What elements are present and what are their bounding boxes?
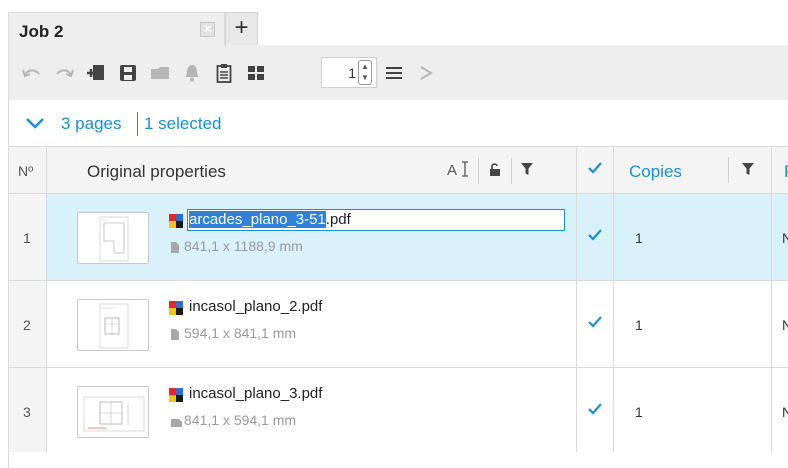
divider — [511, 158, 512, 184]
plus-icon[interactable]: + — [225, 12, 258, 45]
header-tools: A — [447, 157, 533, 185]
partial-cell: N — [782, 404, 788, 420]
pages-count[interactable]: 3 pages — [61, 114, 122, 134]
filter-icon[interactable] — [521, 162, 533, 181]
check-icon — [588, 161, 602, 179]
row-check-cell[interactable] — [576, 194, 614, 280]
table-footer — [8, 452, 788, 468]
page-thumbnail[interactable] — [77, 386, 149, 438]
check-icon — [588, 315, 602, 333]
table-header: Nº Original properties A Copies P — [8, 147, 788, 194]
divider — [728, 157, 729, 183]
file-size: 594,1 x 841,1 mm — [184, 325, 297, 341]
selection-bar: 3 pages 1 selected — [8, 100, 788, 147]
stepper-arrows-icon[interactable]: ▲ ▼ — [358, 60, 372, 85]
row-number: 3 — [9, 368, 47, 454]
file-name[interactable]: incasol_plano_3.pdf — [189, 385, 322, 402]
svg-text:A: A — [447, 162, 457, 178]
copies-value[interactable]: 1 — [635, 230, 643, 246]
partial-cell: N — [782, 230, 788, 246]
row-check-cell[interactable] — [576, 281, 614, 367]
unlock-icon[interactable] — [488, 162, 502, 181]
redo-icon[interactable] — [53, 62, 75, 84]
tab-bar: Job 2 ✕ + — [0, 0, 788, 45]
divider — [771, 147, 772, 193]
tab-job-2[interactable]: Job 2 ✕ — [8, 12, 225, 45]
check-icon — [588, 402, 602, 420]
toolbar: 1 ▲ ▼ — [8, 45, 788, 100]
file-name-selected-text: arcades_plano_3-51 — [189, 211, 326, 228]
table-row[interactable]: 1 arcades_plano_3-51.pdf 841,1 x 1188,9 … — [8, 194, 788, 281]
folder-icon[interactable] — [149, 62, 171, 84]
row-number: 2 — [9, 281, 47, 367]
landscape-page-icon — [171, 414, 182, 432]
file-size: 841,1 x 594,1 mm — [184, 412, 297, 428]
clipboard-icon[interactable] — [213, 62, 235, 84]
divider — [771, 281, 772, 367]
file-name[interactable]: incasol_plano_2.pdf — [189, 298, 322, 315]
check-icon — [588, 228, 602, 246]
column-header-copies[interactable]: Copies — [629, 162, 682, 182]
page-thumbnail[interactable] — [77, 212, 149, 264]
chevron-down-icon[interactable] — [25, 116, 45, 135]
column-header-original-properties[interactable]: Original properties — [87, 162, 226, 182]
divider — [478, 158, 479, 184]
portrait-page-icon — [171, 327, 179, 345]
row-number: 1 — [9, 194, 47, 280]
tab-title: Job 2 — [19, 22, 64, 41]
portrait-page-icon — [171, 240, 179, 258]
file-name-extension: .pdf — [325, 211, 351, 228]
page-thumbnail[interactable] — [77, 299, 149, 351]
add-file-icon[interactable] — [85, 62, 107, 84]
grid-icon[interactable] — [245, 62, 267, 84]
copies-value[interactable]: 1 — [635, 317, 643, 333]
copies-value[interactable]: 1 — [635, 404, 643, 420]
save-icon[interactable] — [117, 62, 139, 84]
send-icon[interactable] — [415, 62, 437, 84]
undo-icon[interactable] — [21, 62, 43, 84]
page-stepper[interactable]: 1 ▲ ▼ — [321, 57, 377, 88]
divider — [771, 368, 772, 454]
partial-cell: N — [782, 317, 788, 333]
selected-count[interactable]: 1 selected — [144, 114, 222, 134]
table-row[interactable]: 2 incasol_plano_2.pdf 594,1 x 841,1 mm 1… — [8, 281, 788, 368]
page-stepper-value: 1 — [348, 65, 356, 81]
color-file-icon — [169, 214, 183, 228]
table-row[interactable]: 3 incasol_plano_3.pdf 841,1 x 594,1 mm 1… — [8, 368, 788, 455]
close-icon[interactable]: ✕ — [200, 22, 215, 37]
divider — [137, 112, 138, 136]
bell-icon[interactable] — [181, 62, 203, 84]
pages-table: Nº Original properties A Copies P — [8, 147, 788, 455]
row-check-cell[interactable] — [576, 368, 614, 454]
color-file-icon — [169, 388, 183, 402]
color-file-icon — [169, 301, 183, 315]
file-name[interactable]: arcades_plano_3-51.pdf — [189, 211, 351, 228]
text-cursor-icon[interactable]: A — [447, 160, 469, 183]
column-header-number: Nº — [9, 147, 47, 193]
filter-icon[interactable] — [742, 162, 754, 181]
divider — [771, 194, 772, 280]
menu-icon[interactable] — [383, 62, 405, 84]
file-size: 841,1 x 1188,9 mm — [184, 238, 303, 254]
check-column-header[interactable] — [576, 147, 614, 193]
column-header-partial[interactable]: P — [784, 162, 788, 182]
